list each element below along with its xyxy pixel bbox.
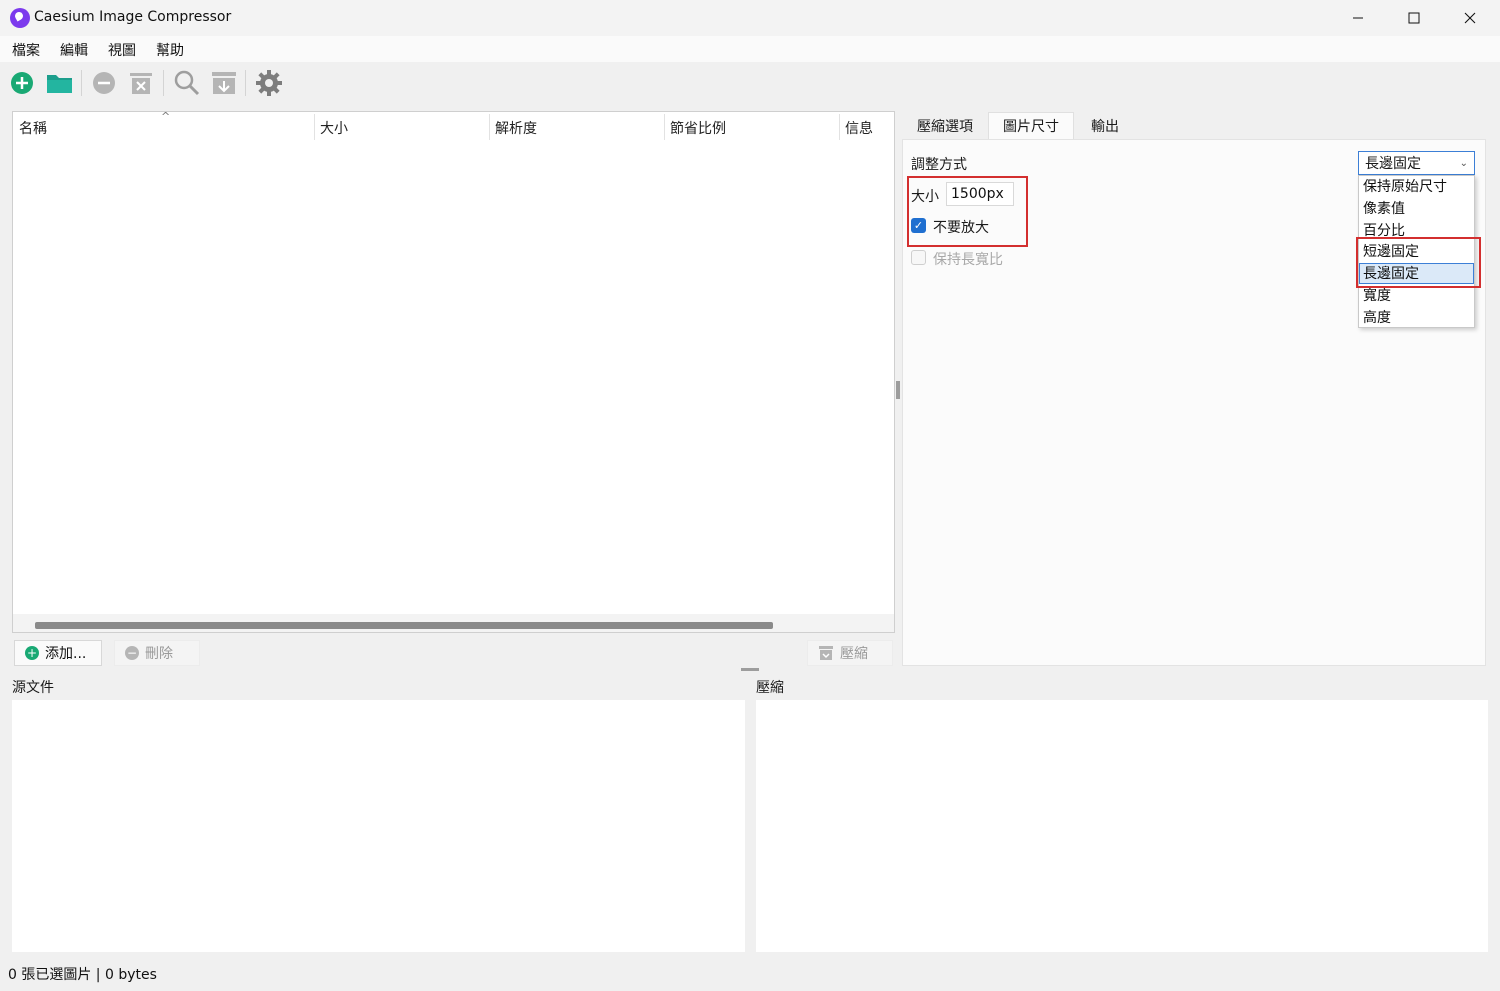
delete-button-label: 刪除: [145, 646, 173, 662]
dropdown-option-height[interactable]: 高度: [1363, 307, 1391, 327]
chevron-down-icon: ⌄: [1459, 157, 1468, 169]
status-bar: [0, 958, 1500, 991]
horizontal-scrollbar[interactable]: [13, 614, 894, 632]
app-logo-icon: [10, 8, 30, 28]
toolbar-separator: [163, 70, 164, 96]
clear-list-icon[interactable]: [128, 69, 156, 97]
remove-icon[interactable]: [91, 69, 119, 97]
tab-image-size[interactable]: 圖片尺寸: [988, 112, 1074, 140]
close-button[interactable]: [1442, 0, 1498, 36]
window-title: Caesium Image Compressor: [34, 9, 232, 25]
menu-edit[interactable]: 編輯: [60, 40, 88, 60]
status-text: 0 張已選圖片 | 0 bytes: [8, 967, 157, 983]
add-icon: +: [25, 646, 39, 660]
dropdown-option-width[interactable]: 寬度: [1363, 285, 1391, 305]
column-divider[interactable]: [489, 114, 490, 140]
tab-compression-options[interactable]: 壓縮選項: [902, 112, 988, 140]
compress-icon[interactable]: [210, 69, 238, 97]
menu-help[interactable]: 幫助: [156, 40, 184, 60]
column-divider[interactable]: [839, 114, 840, 140]
source-preview-pane: [12, 700, 745, 952]
compressed-preview-pane: [756, 700, 1488, 952]
toolbar-separator: [245, 70, 246, 96]
resize-method-label: 調整方式: [911, 157, 967, 173]
options-tab-bar: 壓縮選項 圖片尺寸 輸出: [902, 112, 1492, 140]
close-icon: [1464, 12, 1476, 24]
column-divider[interactable]: [314, 114, 315, 140]
column-divider[interactable]: [664, 114, 665, 140]
column-header-info[interactable]: 信息: [845, 118, 873, 138]
keep-aspect-ratio-checkbox[interactable]: [911, 250, 926, 265]
scrollbar-thumb[interactable]: [35, 622, 773, 629]
dropdown-option-original-size[interactable]: 保持原始尺寸: [1363, 176, 1447, 196]
compressed-preview-label: 壓縮: [756, 680, 784, 696]
tab-output[interactable]: 輸出: [1076, 112, 1134, 140]
toolbar-separator: [81, 70, 82, 96]
minimize-button[interactable]: [1330, 0, 1386, 36]
dropdown-option-pixels[interactable]: 像素值: [1363, 198, 1405, 218]
search-icon[interactable]: [173, 69, 201, 97]
select-value: 長邊固定: [1365, 156, 1421, 172]
menu-view[interactable]: 視圖: [108, 40, 136, 60]
maximize-button[interactable]: [1386, 0, 1442, 36]
sort-ascending-icon: ^: [161, 110, 171, 123]
minimize-icon: [1353, 17, 1363, 19]
vertical-splitter-handle[interactable]: [896, 381, 900, 399]
settings-icon[interactable]: [255, 69, 283, 97]
source-preview-label: 源文件: [12, 680, 54, 696]
highlight-box: [907, 176, 1028, 247]
maximize-icon: [1408, 12, 1420, 24]
column-header-name[interactable]: 名稱: [19, 118, 47, 138]
keep-aspect-ratio-label: 保持長寬比: [933, 252, 1003, 268]
add-icon[interactable]: [9, 69, 37, 97]
add-button-label: 添加...: [45, 646, 87, 662]
column-header-size[interactable]: 大小: [320, 118, 348, 138]
menu-bar: [0, 36, 1500, 62]
horizontal-splitter-handle[interactable]: [741, 668, 759, 671]
column-header-savings[interactable]: 節省比例: [670, 118, 726, 138]
remove-icon: −: [125, 646, 139, 660]
compress-icon: [819, 646, 833, 660]
add-button[interactable]: + 添加...: [14, 640, 102, 666]
compress-button-label: 壓縮: [840, 646, 868, 662]
highlight-box: [1356, 237, 1481, 288]
resize-method-select[interactable]: 長邊固定 ⌄: [1358, 151, 1475, 175]
delete-button[interactable]: − 刪除: [114, 640, 200, 666]
table-header: 名稱 ^ 大小 解析度 節省比例 信息: [13, 110, 894, 140]
menu-file[interactable]: 檔案: [12, 40, 40, 60]
compress-button[interactable]: 壓縮: [807, 640, 893, 666]
file-table[interactable]: 名稱 ^ 大小 解析度 節省比例 信息: [12, 110, 895, 633]
folder-open-icon[interactable]: [45, 69, 73, 97]
column-header-resolution[interactable]: 解析度: [495, 118, 537, 138]
